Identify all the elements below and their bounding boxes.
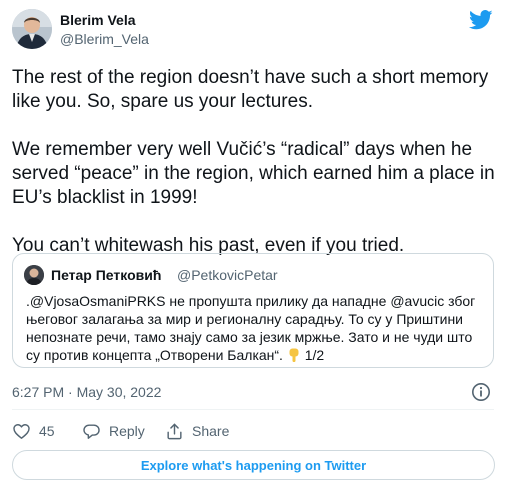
heart-icon [13, 423, 30, 439]
quoted-author-handle: @PetkovicPetar [177, 267, 278, 283]
quoted-text-body: .@VjosaOsmaniPRKS не пропушта прилику да… [26, 293, 476, 363]
like-button[interactable]: 45 [12, 421, 55, 441]
tweet-paragraph: The rest of the region doesn’t have such… [12, 67, 489, 112]
share-button[interactable]: Share [165, 421, 229, 441]
like-count: 45 [39, 423, 55, 439]
info-icon[interactable] [471, 382, 491, 402]
tweet-timestamp[interactable]: 6:27 PM · May 30, 2022 [12, 384, 161, 400]
divider [12, 409, 494, 410]
quoted-author-avatar [24, 265, 44, 285]
embedded-tweet: Blerim Vela @Blerim_Vela The rest of the… [0, 0, 506, 480]
share-icon [167, 423, 182, 439]
quoted-text-suffix: 1/2 [304, 347, 325, 363]
pointing-down-hand-emoji [287, 348, 301, 362]
author-avatar[interactable] [12, 9, 52, 49]
tweet-paragraph: We remember very well Vučić’s “radical” … [12, 139, 495, 208]
twitter-bird-icon[interactable] [468, 10, 493, 30]
share-label: Share [192, 423, 230, 439]
quoted-tweet-text: .@VjosaOsmaniPRKS не пропушта прилику да… [26, 292, 486, 364]
reply-button[interactable]: Reply [82, 421, 145, 441]
author-name[interactable]: Blerim Vela [60, 12, 136, 28]
quoted-tweet[interactable]: Петар Петковић @PetkovicPetar .@VjosaOsm… [12, 253, 494, 368]
explore-twitter-button[interactable]: Explore what's happening on Twitter [12, 450, 495, 480]
tweet-body: The rest of the region doesn’t have such… [12, 66, 497, 258]
speech-bubble-icon [83, 423, 100, 439]
reply-label: Reply [109, 423, 145, 439]
quoted-author-name: Петар Петковић [51, 267, 162, 283]
author-handle[interactable]: @Blerim_Vela [60, 31, 149, 47]
